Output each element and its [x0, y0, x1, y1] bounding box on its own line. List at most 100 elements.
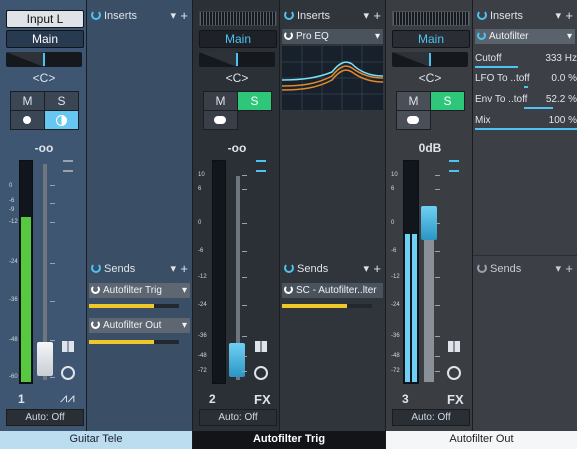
input-meter — [199, 11, 277, 26]
add-icon[interactable]: + — [565, 261, 573, 277]
sends-header: Sends ▾ + — [282, 261, 383, 277]
send-slot[interactable]: Autofilter Trig ▾ — [89, 283, 190, 298]
channel-controls: Main <C> M S 0dB 10 6 0 -6 -12 -24 -36 -… — [386, 0, 472, 431]
monitor-button[interactable] — [203, 110, 238, 130]
input-meter — [392, 11, 470, 26]
scale-label: -6 — [9, 198, 15, 204]
input-selector[interactable]: Input L — [6, 10, 84, 28]
param-bar — [523, 107, 553, 109]
dropdown-icon[interactable]: ▾ — [555, 261, 561, 277]
pan-knob[interactable] — [6, 52, 82, 67]
power-icon[interactable] — [91, 10, 101, 20]
group-icon[interactable] — [448, 341, 460, 352]
add-icon[interactable]: + — [373, 8, 381, 24]
power-icon[interactable] — [91, 285, 100, 294]
link-icon[interactable] — [61, 366, 75, 380]
pan-knob[interactable] — [199, 52, 275, 67]
power-icon[interactable] — [284, 285, 293, 294]
channel-name[interactable]: Autofilter Out — [386, 431, 577, 449]
eq-curve-display[interactable] — [282, 46, 383, 110]
monitor-button[interactable] — [44, 110, 79, 130]
power-icon[interactable] — [284, 10, 294, 20]
menu-icon[interactable] — [256, 160, 266, 172]
dropdown-icon[interactable]: ▾ — [170, 8, 176, 24]
param-env[interactable]: Env To ..toff 52.2 % — [475, 94, 577, 109]
dropdown-icon[interactable]: ▾ — [182, 283, 187, 298]
power-icon[interactable] — [477, 263, 487, 273]
sends-header: Sends ▾ + — [475, 261, 575, 277]
send-level[interactable] — [89, 304, 179, 308]
link-icon[interactable] — [447, 366, 461, 380]
send-level[interactable] — [89, 340, 179, 344]
dropdown-icon[interactable]: ▾ — [363, 261, 369, 277]
automation-mode[interactable]: Auto: Off — [199, 409, 277, 426]
add-icon[interactable]: + — [565, 8, 573, 24]
output-selector[interactable]: Main — [199, 30, 277, 48]
param-label: LFO To ..toff — [475, 73, 530, 84]
scale-label: -12 — [9, 219, 18, 225]
insert-slot[interactable]: Pro EQ ▾ — [282, 29, 383, 44]
mute-button[interactable]: M — [203, 91, 238, 111]
monitor-icon — [214, 116, 226, 124]
send-slot[interactable]: Autofilter Out ▾ — [89, 318, 190, 333]
scale-label: 0 — [198, 220, 202, 226]
record-icon — [23, 116, 31, 124]
link-icon[interactable] — [254, 366, 268, 380]
channel-number: 1 — [18, 392, 25, 406]
power-icon[interactable] — [284, 263, 294, 273]
output-selector[interactable]: Main — [392, 30, 470, 48]
channel-number: 3 — [402, 392, 409, 406]
param-mix[interactable]: Mix 100 % — [475, 115, 577, 130]
send-name: Autofilter Trig — [103, 285, 162, 296]
add-icon[interactable]: + — [373, 261, 381, 277]
solo-button[interactable]: S — [237, 91, 272, 111]
send-slot[interactable]: SC - Autofilter..lter — [282, 283, 383, 298]
add-icon[interactable]: + — [180, 8, 188, 24]
param-lfo[interactable]: LFO To ..toff 0.0 % — [475, 73, 577, 88]
channel-name[interactable]: Autofilter Trig — [193, 431, 385, 449]
scale-label: -24 — [391, 302, 400, 308]
channel-strip-2: Main <C> M S -oo 10 6 0 -6 -12 -24 -36 -… — [193, 0, 385, 449]
channel-strip-1: Input L Main <C> M S -oo 0 -6 -9 -12 -24… — [0, 0, 192, 449]
monitor-button[interactable] — [396, 110, 431, 130]
menu-icon[interactable] — [449, 160, 459, 172]
send-level[interactable] — [282, 304, 372, 308]
power-icon[interactable] — [91, 320, 100, 329]
inserts-header: Inserts ▾ + — [282, 8, 383, 24]
menu-icon[interactable] — [63, 160, 73, 172]
inserts-separator — [473, 255, 577, 256]
solo-button[interactable]: S — [430, 91, 465, 111]
group-icon[interactable] — [255, 341, 267, 352]
solo-button[interactable]: S — [44, 91, 79, 111]
param-cutoff[interactable]: Cutoff 333 Hz — [475, 53, 577, 68]
mute-button[interactable]: M — [10, 91, 45, 111]
mute-button[interactable]: M — [396, 91, 431, 111]
automation-mode[interactable]: Auto: Off — [392, 409, 470, 426]
power-icon[interactable] — [284, 31, 293, 40]
record-button[interactable] — [10, 110, 45, 130]
add-icon[interactable]: + — [180, 261, 188, 277]
power-icon[interactable] — [477, 10, 487, 20]
group-icon[interactable] — [62, 341, 74, 352]
dropdown-icon[interactable]: ▾ — [170, 261, 176, 277]
power-icon[interactable] — [477, 31, 486, 40]
power-icon[interactable] — [91, 263, 101, 273]
dropdown-icon[interactable]: ▾ — [375, 29, 380, 44]
pan-value: <C> — [225, 71, 249, 85]
monitor-icon — [407, 116, 419, 124]
meter-scale: 0 -6 -9 -12 -24 -36 -48 -60 — [9, 180, 19, 380]
scale-label: -12 — [391, 274, 400, 280]
output-selector[interactable]: Main — [6, 30, 84, 48]
insert-send-panel: Inserts ▾ + Sends ▾ + Autofilter Trig ▾ … — [87, 0, 192, 431]
dropdown-icon[interactable]: ▾ — [567, 29, 572, 44]
insert-slot[interactable]: Autofilter ▾ — [475, 29, 575, 44]
dropdown-icon[interactable]: ▾ — [555, 8, 561, 24]
dropdown-icon[interactable]: ▾ — [363, 8, 369, 24]
volume-fader[interactable] — [37, 342, 53, 376]
scale-label: 10 — [198, 172, 205, 178]
automation-mode[interactable]: Auto: Off — [6, 409, 84, 426]
channel-name[interactable]: Guitar Tele — [0, 431, 192, 449]
dropdown-icon[interactable]: ▾ — [182, 318, 187, 333]
scale-label: 0 — [391, 220, 395, 226]
pan-knob[interactable] — [392, 52, 468, 67]
